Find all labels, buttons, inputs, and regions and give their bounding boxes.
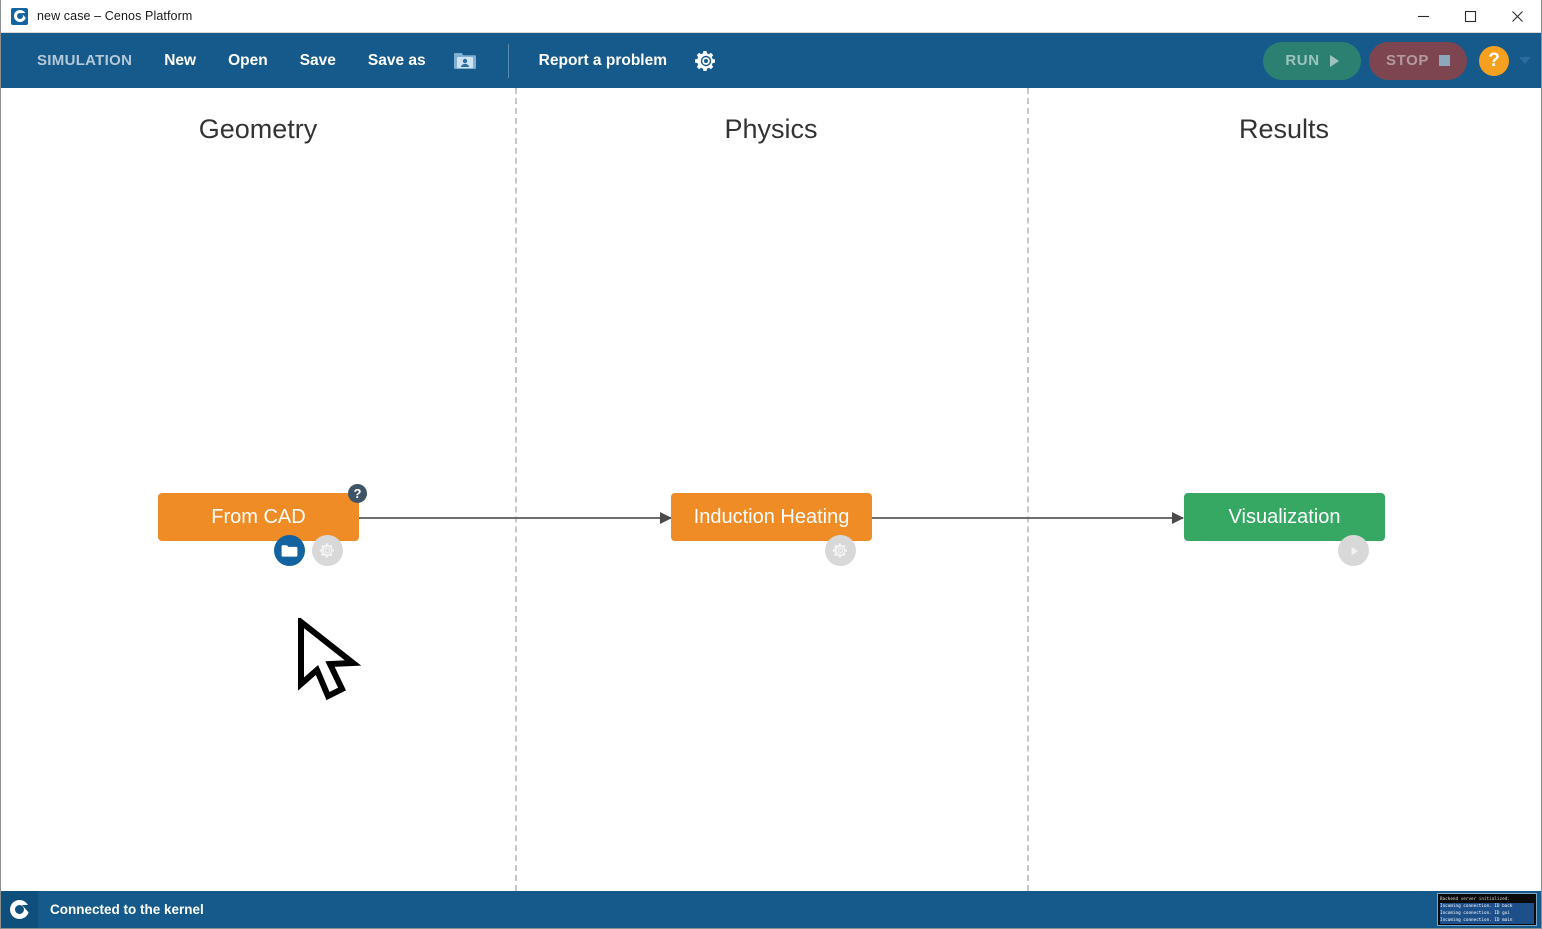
app-window: new case – Cenos Platform SIMULATION New… <box>0 0 1542 929</box>
title-bar-left: new case – Cenos Platform <box>1 7 193 25</box>
toolbar-divider <box>507 43 509 78</box>
play-icon <box>1329 54 1339 67</box>
from-cad-settings-button[interactable] <box>312 535 343 566</box>
visualization-run-button[interactable] <box>1338 535 1369 566</box>
run-button[interactable]: RUN <box>1263 41 1361 80</box>
maximize-icon[interactable] <box>1447 0 1494 33</box>
toolbar-item-save[interactable]: Save <box>284 33 352 88</box>
open-cad-file-button[interactable] <box>274 535 305 566</box>
workflow-canvas: Geometry Physics Results From CAD ? Indu… <box>1 88 1541 891</box>
status-bar: Connected to the kernel Backend server i… <box>1 891 1541 928</box>
console-line: Backend server initialized. <box>1440 897 1510 902</box>
connector-geometry-to-physics <box>358 512 672 524</box>
help-button[interactable]: ? <box>1479 45 1509 76</box>
cenos-logo-icon <box>11 7 28 25</box>
column-title-results: Results <box>1238 114 1330 144</box>
main-toolbar: SIMULATION New Open Save Save as Report … <box>1 33 1541 88</box>
column-title-physics: Physics <box>724 114 818 144</box>
toolbar-report-problem[interactable]: Report a problem <box>523 33 683 88</box>
node-from-cad-label: From CAD <box>211 505 306 528</box>
window-title: new case – Cenos Platform <box>37 9 193 23</box>
console-line: Incoming connection. ID gui <box>1440 910 1534 917</box>
column-divider-1 <box>515 88 517 891</box>
toolbar-item-save-as[interactable]: Save as <box>352 33 442 88</box>
column-divider-2 <box>1027 88 1029 891</box>
close-icon[interactable] <box>1494 0 1541 33</box>
cenos-logo-icon <box>1 891 38 928</box>
gear-icon <box>319 543 334 558</box>
kernel-console-window[interactable]: Backend server initialized. Incoming con… <box>1437 893 1537 926</box>
toolbar-item-new[interactable]: New <box>148 33 212 88</box>
console-line: Incoming connection. ID main <box>1440 917 1534 924</box>
run-button-label: RUN <box>1285 52 1320 69</box>
connector-physics-to-results <box>872 512 1184 524</box>
node-visualization[interactable]: Visualization <box>1184 493 1385 566</box>
console-line: Incoming connection. ID back <box>1440 903 1534 910</box>
column-title-geometry: Geometry <box>198 114 318 144</box>
induction-heating-settings-button[interactable] <box>825 535 856 566</box>
folder-user-icon[interactable] <box>442 33 488 88</box>
minimize-icon[interactable] <box>1400 0 1447 33</box>
node-induction-heating-label: Induction Heating <box>693 505 850 528</box>
node-from-cad-help-badge[interactable]: ? <box>348 484 367 503</box>
gear-icon[interactable] <box>683 33 729 88</box>
node-induction-heating[interactable]: Induction Heating <box>671 493 872 566</box>
stop-square-icon <box>1438 55 1450 66</box>
stop-button-label: STOP <box>1386 52 1429 69</box>
toolbar-item-open[interactable]: Open <box>212 33 284 88</box>
gear-icon <box>832 543 847 558</box>
play-icon <box>1351 546 1358 555</box>
stop-button[interactable]: STOP <box>1369 41 1467 80</box>
node-visualization-label: Visualization <box>1228 505 1341 528</box>
toolbar-brand-simulation[interactable]: SIMULATION <box>21 33 148 88</box>
title-bar: new case – Cenos Platform <box>1 0 1541 33</box>
mouse-cursor <box>297 615 367 709</box>
node-from-cad[interactable]: From CAD ? <box>158 484 367 566</box>
toolbar-right-actions: RUN STOP ? <box>1263 33 1531 88</box>
window-controls <box>1400 0 1541 33</box>
status-message: Connected to the kernel <box>50 902 204 917</box>
folder-icon <box>281 544 298 557</box>
chevron-down-icon[interactable] <box>1519 57 1531 64</box>
